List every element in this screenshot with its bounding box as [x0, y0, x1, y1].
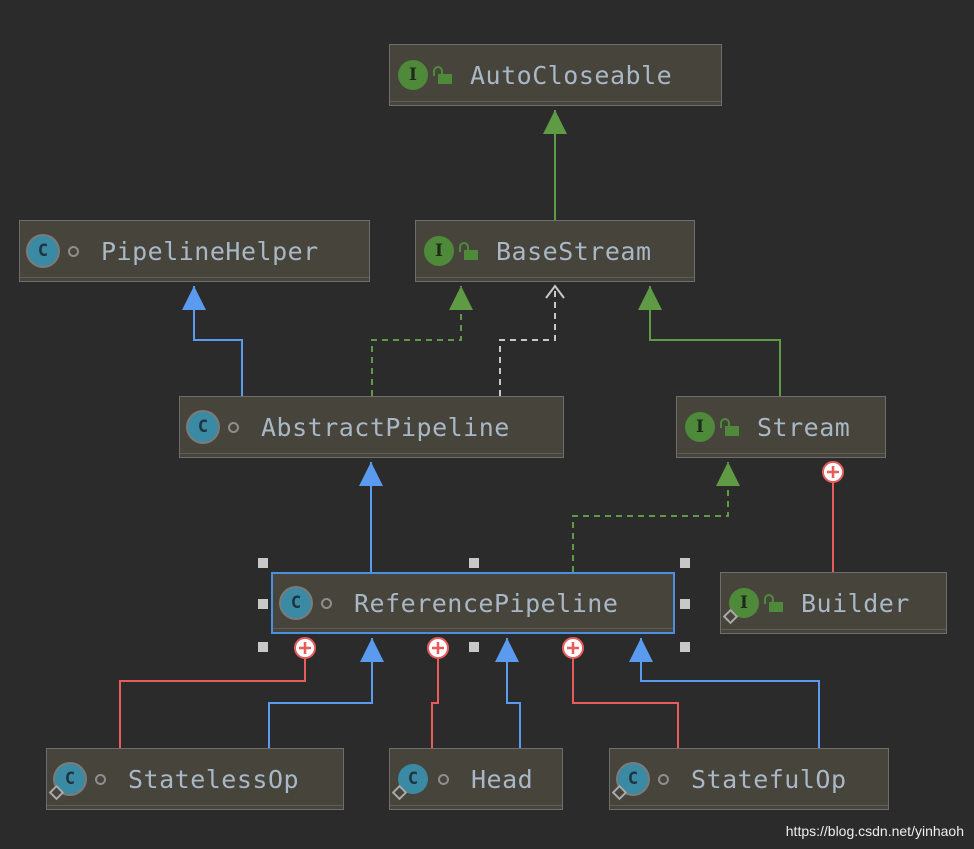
package-private-icon — [438, 773, 449, 785]
resize-handle[interactable] — [469, 558, 479, 568]
node-label: StatefulOp — [691, 764, 847, 794]
edge-stream-basestream — [649, 286, 781, 396]
node-pipelinehelper[interactable]: C PipelineHelper — [19, 220, 370, 282]
edge-abstractpipeline-basestream — [371, 286, 462, 396]
node-label: Builder — [801, 588, 910, 618]
node-label: PipelineHelper — [101, 236, 319, 266]
resize-handle[interactable] — [680, 599, 690, 609]
node-label: StatelessOp — [128, 764, 300, 794]
edge-statefulop-extends-arrow — [629, 638, 653, 662]
abstract-class-icon: C — [28, 236, 58, 266]
abstract-class-icon: C — [188, 412, 218, 442]
resize-handle[interactable] — [680, 642, 690, 652]
edge-referencepipeline-stream-arrow — [716, 462, 740, 486]
edge-basestream-autocloseable-arrow — [543, 110, 567, 134]
edge-statefulop-extends — [640, 638, 820, 748]
static-marker-icon — [611, 784, 628, 801]
package-private-icon — [321, 597, 332, 609]
node-label: ReferencePipeline — [354, 588, 619, 618]
resize-handle[interactable] — [258, 642, 268, 652]
public-lock-icon — [720, 418, 739, 436]
node-abstractpipeline[interactable]: C AbstractPipeline — [179, 396, 564, 458]
edge-referencepipeline-stream — [572, 462, 729, 572]
resize-handle[interactable] — [469, 642, 479, 652]
package-private-icon — [68, 245, 79, 257]
edge-referencepipeline-abstractpipeline-arrow — [359, 462, 383, 486]
node-stream[interactable]: I Stream — [676, 396, 886, 458]
abstract-class-icon: C — [611, 764, 648, 801]
abstract-class-icon: C — [48, 764, 85, 801]
node-autocloseable[interactable]: I AutoCloseable — [389, 44, 722, 106]
interface-icon: I — [398, 60, 428, 90]
edge-abstractpipeline-basestream-dep — [499, 286, 556, 396]
node-statefulop[interactable]: C StatefulOp — [609, 748, 889, 810]
package-private-icon — [95, 773, 106, 785]
class-icon: C — [391, 764, 428, 801]
edge-statelessop-inner — [119, 648, 306, 748]
node-referencepipeline[interactable]: C ReferencePipeline — [271, 572, 675, 634]
node-statelessop[interactable]: C StatelessOp — [46, 748, 344, 810]
node-label: AbstractPipeline — [261, 412, 510, 442]
abstract-class-icon: C — [281, 588, 311, 618]
node-label: Head — [471, 764, 534, 794]
watermark: https://blog.csdn.net/yinhaoh — [785, 823, 964, 839]
edge-abstractpipeline-basestream-arrow — [449, 286, 473, 310]
edge-statelessop-extends — [268, 638, 373, 748]
edge-head-extends-arrow — [495, 638, 519, 662]
node-label: AutoCloseable — [470, 60, 673, 90]
interface-icon: I — [424, 236, 454, 266]
public-lock-icon — [459, 242, 478, 260]
public-lock-icon — [433, 66, 452, 84]
node-label: Stream — [757, 412, 851, 442]
node-basestream[interactable]: I BaseStream — [415, 220, 695, 282]
interface-icon: I — [685, 412, 715, 442]
edge-stream-basestream-arrow — [638, 286, 662, 310]
package-private-icon — [658, 773, 669, 785]
interface-icon: I — [722, 588, 759, 625]
package-private-icon — [228, 421, 239, 433]
node-label: BaseStream — [496, 236, 652, 266]
node-builder[interactable]: I Builder — [720, 572, 947, 634]
edge-statelessop-extends-arrow — [360, 638, 384, 662]
edge-abstractpipeline-pipelinehelper-arrow — [182, 286, 206, 310]
resize-handle[interactable] — [258, 558, 268, 568]
static-marker-icon — [722, 608, 739, 625]
edge-statefulop-inner — [572, 648, 679, 748]
resize-handle[interactable] — [258, 599, 268, 609]
node-head[interactable]: C Head — [389, 748, 563, 810]
static-marker-icon — [48, 784, 65, 801]
resize-handle[interactable] — [680, 558, 690, 568]
static-marker-icon — [391, 784, 408, 801]
edge-head-inner — [431, 648, 439, 748]
public-lock-icon — [764, 594, 783, 612]
